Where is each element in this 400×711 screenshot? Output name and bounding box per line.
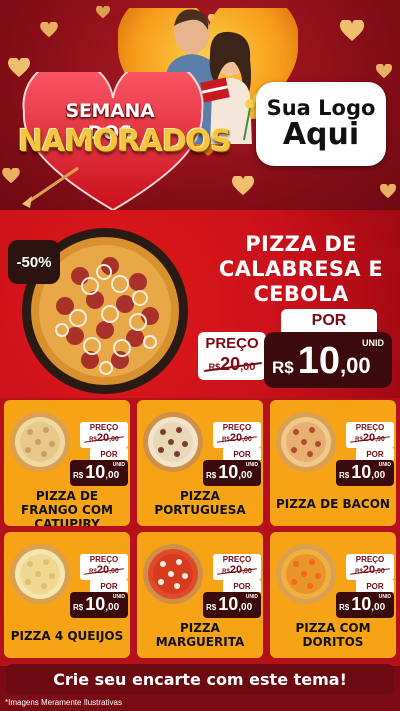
new-price-dec: ,00 xyxy=(238,470,253,481)
product-name: PIZZA COM DORITOS xyxy=(295,621,371,649)
new-price-int: 10 xyxy=(297,340,341,382)
por-label: POR xyxy=(281,309,377,333)
header-banner: SEMANA DOS NAMORADOS Sua Logo Aqui xyxy=(0,0,400,218)
old-price: R$20,00 xyxy=(80,564,128,576)
logo-placeholder[interactable]: Sua Logo Aqui xyxy=(256,82,386,166)
preco-label: PREÇO xyxy=(222,555,252,564)
new-price-currency: R$ xyxy=(339,471,350,480)
product-name: PIZZA 4 QUEIJOS xyxy=(10,629,124,643)
new-price-dec: ,00 xyxy=(105,470,120,481)
por-label: POR xyxy=(90,448,128,460)
new-price-currency: R$ xyxy=(339,603,350,612)
new-price-box: UNID R$ 10,00 xyxy=(264,332,392,388)
new-price-dec: ,00 xyxy=(340,353,371,378)
por-label: POR xyxy=(90,580,128,592)
new-price-int: 10 xyxy=(85,594,106,614)
old-price-box: PREÇO R$20,00 xyxy=(346,554,394,580)
disclaimer-note: *Imagens Meramente Ilustrativas xyxy=(5,698,122,707)
new-price: R$ 10,00 xyxy=(272,342,371,380)
product-card[interactable]: PREÇO R$20,00 POR UNID R$10,00 PIZZA COM… xyxy=(270,532,396,658)
pizza-image xyxy=(276,544,336,604)
heart-icon xyxy=(340,20,364,41)
product-card[interactable]: PREÇO R$20,00 POR UNID R$10,00 PIZZA MAR… xyxy=(137,532,263,658)
new-price-int: 10 xyxy=(218,462,239,482)
new-price-currency: R$ xyxy=(272,358,294,377)
heart-icon xyxy=(40,22,58,38)
old-price-int: 20 xyxy=(220,354,241,374)
logo-text-line-2: Aqui xyxy=(282,117,360,153)
featured-product-name: PIZZA DE CALABRESA E CEBOLA xyxy=(218,232,384,307)
product-name: PIZZA PORTUGUESA xyxy=(154,489,246,517)
preco-label: PREÇO xyxy=(205,335,259,352)
new-price-box: UNID R$ 10,00 xyxy=(70,460,128,486)
por-label: POR xyxy=(223,580,261,592)
title-line-2: NAMORADOS xyxy=(18,124,232,159)
pizza-image xyxy=(143,544,203,604)
preco-label: PREÇO xyxy=(222,423,252,432)
preco-label: PREÇO xyxy=(355,423,385,432)
logo-text-line-1: Sua Logo xyxy=(266,96,376,121)
new-price-currency: R$ xyxy=(73,603,84,612)
old-price: R$20,00 xyxy=(200,354,264,375)
old-price-box: PREÇO R$20,00 xyxy=(213,554,261,580)
heart-icon xyxy=(232,176,254,196)
pizza-image xyxy=(276,412,336,472)
new-price-int: 10 xyxy=(351,462,372,482)
product-card[interactable]: PREÇO R$20,00 POR UNID R$10,00 PIZZA 4 Q… xyxy=(4,532,130,658)
pizza-image xyxy=(10,412,70,472)
old-price: R$20,00 xyxy=(80,432,128,444)
new-price: R$ 10,00 xyxy=(339,595,385,613)
product-name: PIZZA MARGUERITA xyxy=(155,621,245,649)
featured-offer: -50% PIZZA DE CALABRESA E CEBOLA POR PRE… xyxy=(0,210,400,400)
new-price: R$ 10,00 xyxy=(73,595,119,613)
old-price: R$20,00 xyxy=(213,432,261,444)
heart-icon xyxy=(96,6,110,19)
new-price-int: 10 xyxy=(85,462,106,482)
new-price-box: UNID R$ 10,00 xyxy=(336,460,394,486)
new-price-int: 10 xyxy=(351,594,372,614)
new-price-currency: R$ xyxy=(206,603,217,612)
product-card[interactable]: PREÇO R$20,00 POR UNID R$10,00 PIZZA DE … xyxy=(270,400,396,526)
discount-badge: -50% xyxy=(8,240,60,284)
preco-label: PREÇO xyxy=(89,423,119,432)
old-price: R$20,00 xyxy=(213,564,261,576)
heart-icon xyxy=(380,184,396,199)
new-price-dec: ,00 xyxy=(105,602,120,613)
new-price-dec: ,00 xyxy=(371,602,386,613)
pizza-image xyxy=(143,412,203,472)
product-name: PIZZA DE BACON xyxy=(276,497,390,511)
product-card[interactable]: PREÇO R$20,00 POR UNID R$10,00 PIZZA DE … xyxy=(4,400,130,526)
pizza-image xyxy=(10,544,70,604)
old-price-box: PREÇO R$20,00 xyxy=(80,554,128,580)
old-price-box: PREÇO R$20,00 xyxy=(346,422,394,448)
new-price-box: UNID R$ 10,00 xyxy=(203,460,261,486)
new-price: R$ 10,00 xyxy=(206,463,252,481)
old-price: R$20,00 xyxy=(346,564,394,576)
preco-label: PREÇO xyxy=(89,555,119,564)
old-price: R$20,00 xyxy=(346,432,394,444)
new-price-int: 10 xyxy=(218,594,239,614)
new-price-currency: R$ xyxy=(206,471,217,480)
old-price-box: PREÇO R$20,00 xyxy=(80,422,128,448)
new-price: R$ 10,00 xyxy=(339,463,385,481)
cta-button[interactable]: Crie seu encarte com este tema! xyxy=(6,664,394,694)
old-price-box: PREÇO R$20,00 xyxy=(198,332,266,380)
new-price-box: UNID R$ 10,00 xyxy=(70,592,128,618)
product-card[interactable]: PREÇO R$20,00 POR UNID R$10,00 PIZZA POR… xyxy=(137,400,263,526)
por-label: POR xyxy=(356,448,394,460)
old-price-box: PREÇO R$20,00 xyxy=(213,422,261,448)
new-price-dec: ,00 xyxy=(371,470,386,481)
new-price: R$ 10,00 xyxy=(73,463,119,481)
new-price-box: UNID R$ 10,00 xyxy=(203,592,261,618)
new-price: R$ 10,00 xyxy=(206,595,252,613)
por-label: POR xyxy=(223,448,261,460)
new-price-box: UNID R$ 10,00 xyxy=(336,592,394,618)
new-price-currency: R$ xyxy=(73,471,84,480)
por-label: POR xyxy=(356,580,394,592)
flyer-page: SEMANA DOS NAMORADOS Sua Logo Aqui -50% … xyxy=(0,0,400,711)
preco-label: PREÇO xyxy=(355,555,385,564)
product-name: PIZZA DE FRANGO COM CATUPIRY xyxy=(21,489,113,526)
heart-icon xyxy=(376,64,392,79)
new-price-dec: ,00 xyxy=(238,602,253,613)
